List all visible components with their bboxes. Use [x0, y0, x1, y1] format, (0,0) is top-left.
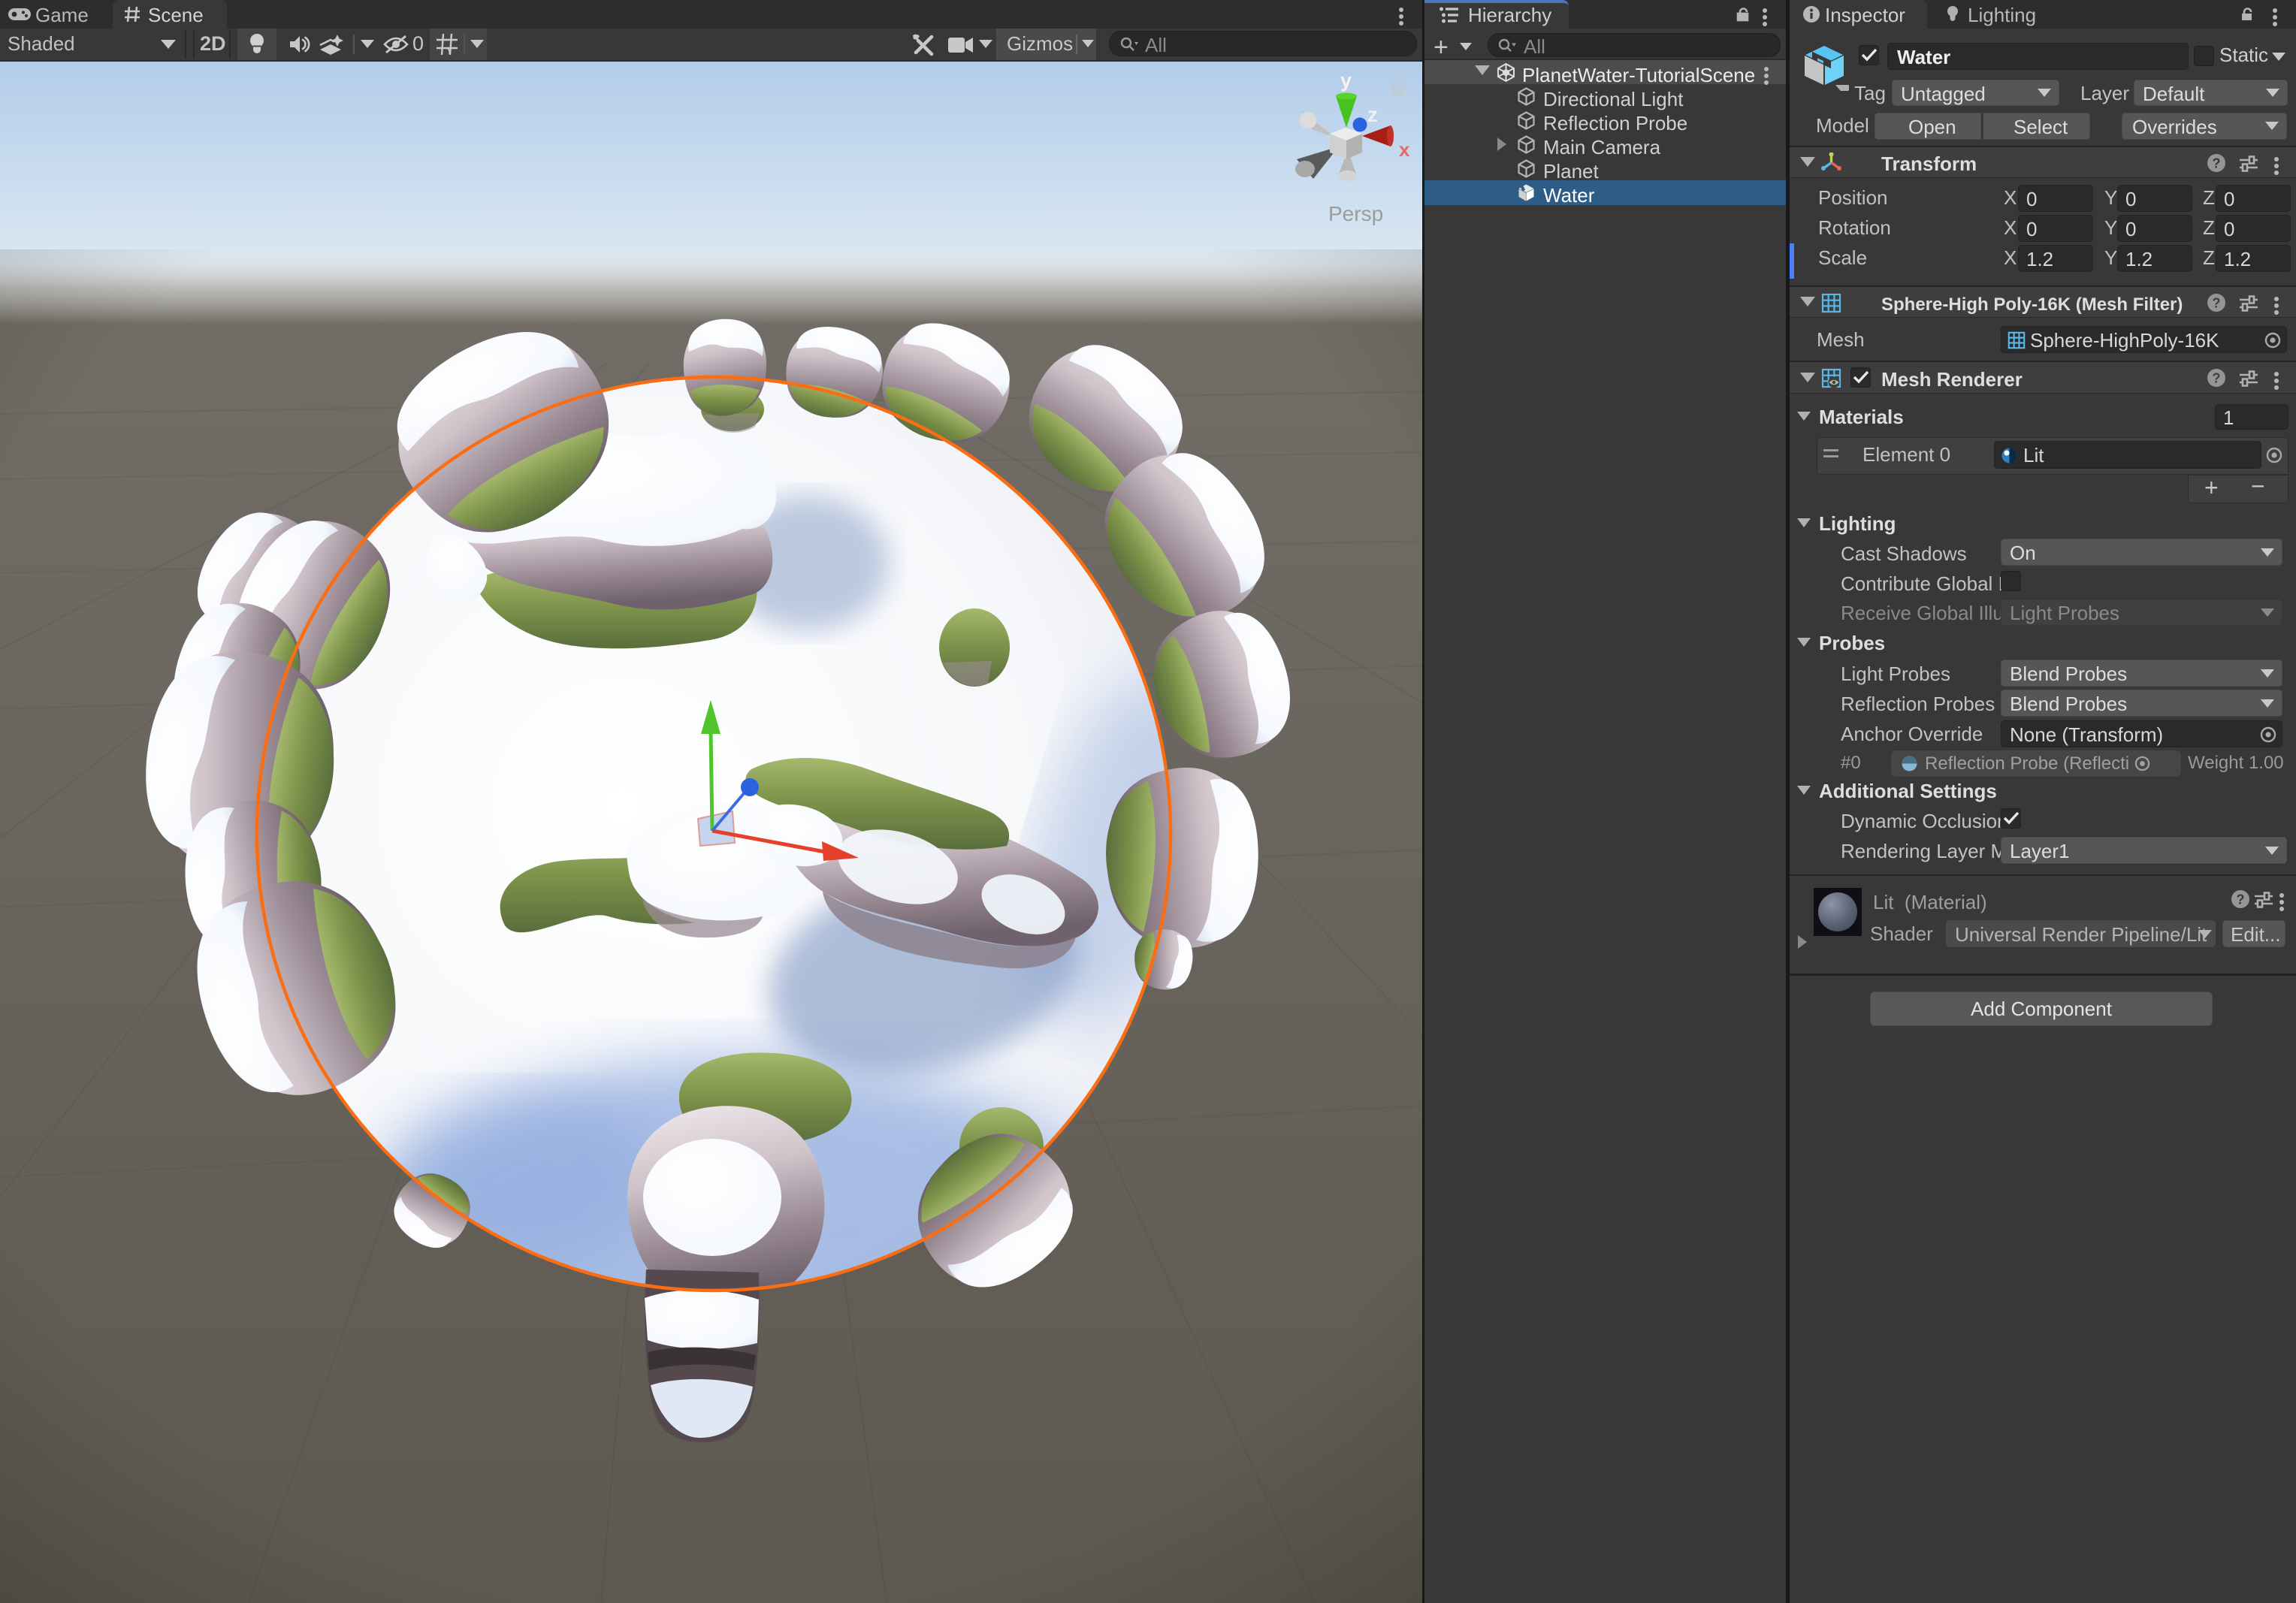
svg-text:?: ? — [2213, 156, 2221, 171]
svg-text:Persp: Persp — [1328, 202, 1383, 225]
svg-text:?: ? — [2213, 371, 2221, 386]
svg-text:Y: Y — [446, 45, 453, 56]
svg-text:y: y — [1340, 69, 1352, 92]
svg-text:x: x — [1399, 138, 1410, 161]
svg-text:z: z — [1367, 103, 1378, 126]
svg-text:?: ? — [2213, 296, 2221, 311]
svg-text:?: ? — [2237, 892, 2245, 907]
